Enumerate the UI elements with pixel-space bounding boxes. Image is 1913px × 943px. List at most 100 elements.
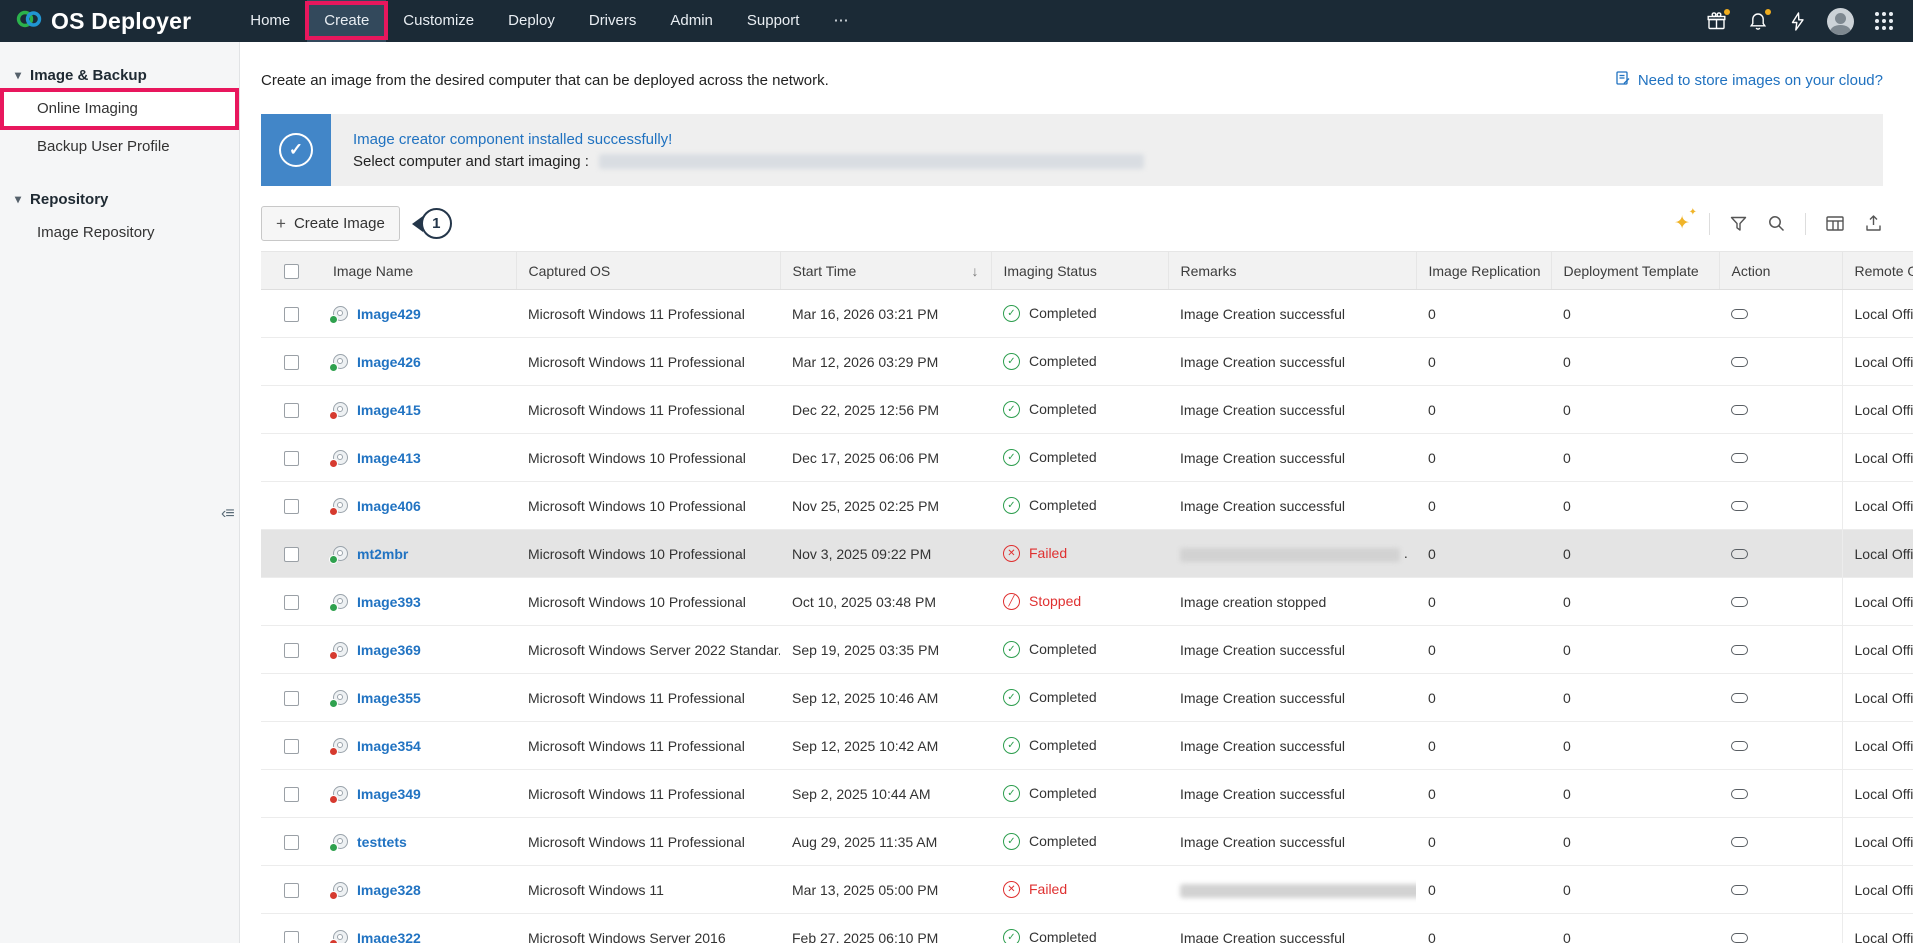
action-icon[interactable] (1731, 645, 1748, 655)
captured-os: Microsoft Windows 11 (516, 866, 780, 914)
row-checkbox[interactable] (284, 499, 299, 514)
search-icon[interactable] (1767, 214, 1786, 233)
action-icon[interactable] (1731, 693, 1748, 703)
ai-sparkle-icon[interactable]: ✦ (1674, 214, 1690, 233)
images-table: Image NameCaptured OSStart Time↓Imaging … (261, 251, 1913, 943)
deployment-template: 0 (1551, 818, 1719, 866)
col-start-time[interactable]: Start Time↓ (780, 252, 991, 290)
row-checkbox[interactable] (284, 451, 299, 466)
app-logo[interactable]: OS Deployer (0, 6, 205, 37)
col-remarks[interactable]: Remarks (1168, 252, 1416, 290)
main-content: Create an image from the desired compute… (240, 42, 1913, 943)
image-name-link[interactable]: Image393 (357, 594, 421, 610)
col-image-replication[interactable]: Image Replication (1416, 252, 1551, 290)
action-icon[interactable] (1731, 357, 1748, 367)
action-icon[interactable] (1731, 501, 1748, 511)
sidebar-collapse-icon[interactable]: ‹≡ (221, 505, 234, 523)
image-replication: 0 (1416, 626, 1551, 674)
col-imaging-status[interactable]: Imaging Status (991, 252, 1168, 290)
app-title: OS Deployer (51, 8, 191, 35)
image-replication: 0 (1416, 722, 1551, 770)
start-time: Aug 29, 2025 11:35 AM (780, 818, 991, 866)
start-time: Dec 17, 2025 06:06 PM (780, 434, 991, 482)
action-icon[interactable] (1731, 597, 1748, 607)
image-replication: 0 (1416, 530, 1551, 578)
action-icon[interactable] (1731, 837, 1748, 847)
nav-item-drivers[interactable]: Drivers (572, 0, 654, 42)
sidebar-section-repository[interactable]: ▾Repository (0, 184, 239, 214)
sort-desc-icon[interactable]: ↓ (972, 263, 979, 279)
action-icon[interactable] (1731, 885, 1748, 895)
row-checkbox[interactable] (284, 547, 299, 562)
image-name-link[interactable]: mt2mbr (357, 546, 408, 562)
remarks: Image creation stopped (1168, 578, 1416, 626)
create-image-button[interactable]: + Create Image (261, 206, 400, 241)
sidebar-item-online-imaging[interactable]: Online Imaging (0, 90, 239, 128)
export-icon[interactable] (1864, 214, 1883, 233)
row-checkbox[interactable] (284, 739, 299, 754)
sidebar-section-image-backup[interactable]: ▾Image & Backup (0, 60, 239, 90)
column-settings-icon[interactable] (1825, 214, 1845, 233)
row-checkbox[interactable] (284, 307, 299, 322)
col-remote-office[interactable]: Remote Office (1842, 252, 1913, 290)
lightning-icon[interactable] (1789, 11, 1806, 32)
action-icon[interactable] (1731, 309, 1748, 319)
sidebar-item-backup-user-profile[interactable]: Backup User Profile (0, 128, 239, 166)
image-name-link[interactable]: Image328 (357, 882, 421, 898)
gift-icon[interactable] (1706, 11, 1727, 32)
image-name-link[interactable]: Image415 (357, 402, 421, 418)
cloud-storage-link[interactable]: Need to store images on your cloud? (1615, 70, 1883, 90)
nav-item-home[interactable]: Home (233, 0, 307, 42)
row-checkbox[interactable] (284, 931, 299, 943)
filter-icon[interactable] (1729, 214, 1748, 233)
row-checkbox[interactable] (284, 595, 299, 610)
col-captured-os[interactable]: Captured OS (516, 252, 780, 290)
row-checkbox[interactable] (284, 691, 299, 706)
action-icon[interactable] (1731, 933, 1748, 943)
image-name-link[interactable]: Image413 (357, 450, 421, 466)
apps-grid-icon[interactable] (1875, 12, 1893, 30)
redacted-remark (1180, 548, 1400, 562)
col-deployment-template[interactable]: Deployment Template (1551, 252, 1719, 290)
action-icon[interactable] (1731, 741, 1748, 751)
image-name-link[interactable]: Image429 (357, 306, 421, 322)
row-checkbox[interactable] (284, 787, 299, 802)
user-avatar[interactable] (1827, 8, 1854, 35)
row-checkbox[interactable] (284, 355, 299, 370)
action-icon[interactable] (1731, 549, 1748, 559)
select-all-checkbox[interactable] (284, 264, 299, 279)
action-icon[interactable] (1731, 789, 1748, 799)
banner-title[interactable]: Image creator component installed succes… (353, 131, 1883, 148)
sidebar-item-image-repository[interactable]: Image Repository (0, 214, 239, 252)
nav-more-button[interactable]: ⋯ (816, 0, 865, 42)
col-action[interactable]: Action (1719, 252, 1842, 290)
image-name-link[interactable]: testtets (357, 834, 407, 850)
image-name-link[interactable]: Image355 (357, 690, 421, 706)
image-replication: 0 (1416, 290, 1551, 338)
start-time: Sep 12, 2025 10:42 AM (780, 722, 991, 770)
notifications-bell-icon[interactable] (1748, 11, 1768, 32)
nav-item-admin[interactable]: Admin (653, 0, 730, 42)
image-name-link[interactable]: Image322 (357, 930, 421, 943)
row-checkbox[interactable] (284, 403, 299, 418)
image-replication: 0 (1416, 674, 1551, 722)
action-icon[interactable] (1731, 453, 1748, 463)
row-checkbox[interactable] (284, 883, 299, 898)
nav-item-deploy[interactable]: Deploy (491, 0, 572, 42)
action-icon[interactable] (1731, 405, 1748, 415)
image-name-link[interactable]: Image406 (357, 498, 421, 514)
image-status-dot (329, 747, 338, 756)
image-name-link[interactable]: Image354 (357, 738, 421, 754)
col-image-name[interactable]: Image Name (321, 252, 516, 290)
remarks: Image Creation successful (1168, 722, 1416, 770)
nav-item-customize[interactable]: Customize (386, 0, 491, 42)
image-name-link[interactable]: Image426 (357, 354, 421, 370)
image-name-link[interactable]: Image369 (357, 642, 421, 658)
row-checkbox[interactable] (284, 643, 299, 658)
nav-item-support[interactable]: Support (730, 0, 817, 42)
row-checkbox[interactable] (284, 835, 299, 850)
nav-item-create[interactable]: Create (307, 0, 386, 42)
sidebar: ▾Image & BackupOnline ImagingBackup User… (0, 42, 240, 943)
remarks: . (1168, 530, 1416, 578)
image-name-link[interactable]: Image349 (357, 786, 421, 802)
